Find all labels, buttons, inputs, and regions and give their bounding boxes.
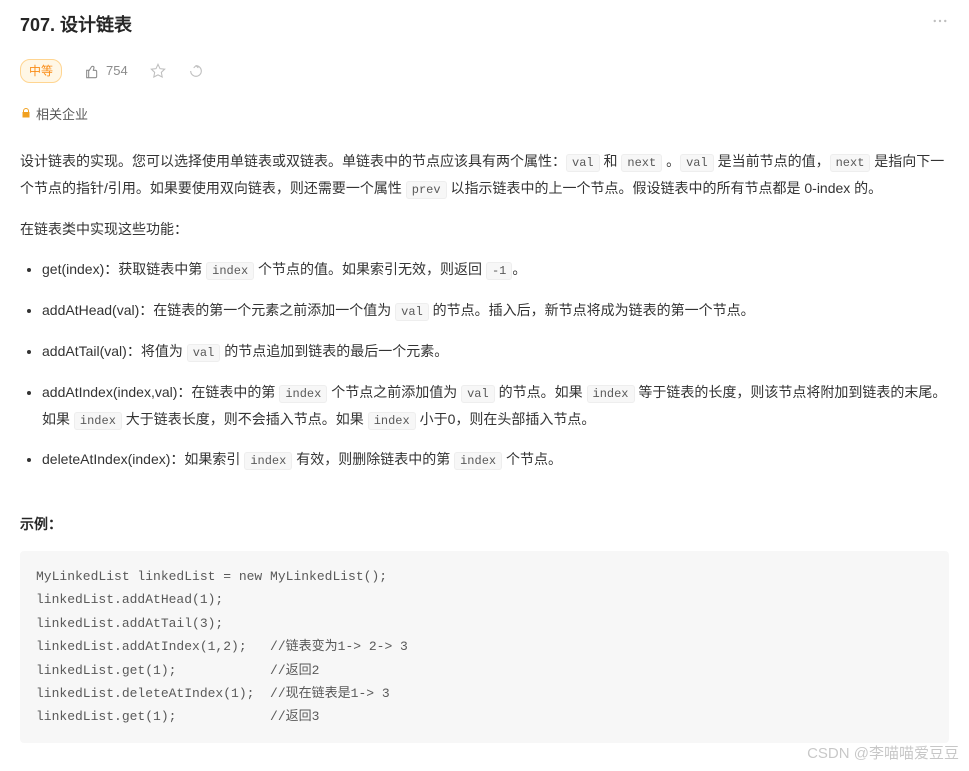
inline-code: index [244,452,292,470]
inline-code: prev [406,181,447,199]
likes-button[interactable]: 754 [84,60,128,82]
description-para-2: 在链表类中实现这些功能： [20,216,949,243]
meta-row: 中等 754 [20,59,949,83]
title-row: 707. 设计链表 [20,10,949,41]
example-label: 示例： [20,513,949,537]
inline-code: val [395,303,429,321]
list-item: addAtIndex(index,val)：在链表中的第 index 个节点之前… [42,379,949,433]
watermark: CSDN @李喵喵爱豆豆 [807,741,959,767]
inline-code: index [206,262,254,280]
page-title: 707. 设计链表 [20,10,132,41]
company-tag[interactable]: 相关企业 [20,104,88,126]
list-item: addAtTail(val)：将值为 val 的节点追加到链表的最后一个元素。 [42,338,949,365]
inline-code: -1 [486,262,512,280]
list-item: deleteAtIndex(index)：如果索引 index 有效，则删除链表… [42,446,949,473]
inline-code: index [454,452,502,470]
description: 设计链表的实现。您可以选择使用单链表或双链表。单链表中的节点应该具有两个属性：v… [20,148,949,242]
inline-code: index [587,385,635,403]
list-item: addAtHead(val)：在链表的第一个元素之前添加一个值为 val 的节点… [42,297,949,324]
lock-icon [20,105,32,125]
inline-code: index [74,412,122,430]
company-label: 相关企业 [36,104,88,126]
more-icon[interactable] [931,12,949,39]
difficulty-badge: 中等 [20,59,62,83]
inline-code: next [621,154,662,172]
function-list: get(index)：获取链表中第 index 个节点的值。如果索引无效，则返回… [20,256,949,473]
star-icon[interactable] [150,63,166,79]
inline-code: next [830,154,871,172]
example-code: MyLinkedList linkedList = new MyLinkedLi… [20,551,949,743]
inline-code: index [368,412,416,430]
share-icon[interactable] [188,63,204,79]
list-item: get(index)：获取链表中第 index 个节点的值。如果索引无效，则返回… [42,256,949,283]
inline-code: val [187,344,221,362]
inline-code: val [566,154,600,172]
inline-code: val [461,385,495,403]
likes-count: 754 [106,60,128,82]
inline-code: index [279,385,327,403]
description-para-1: 设计链表的实现。您可以选择使用单链表或双链表。单链表中的节点应该具有两个属性：v… [20,148,949,202]
inline-code: val [680,154,714,172]
